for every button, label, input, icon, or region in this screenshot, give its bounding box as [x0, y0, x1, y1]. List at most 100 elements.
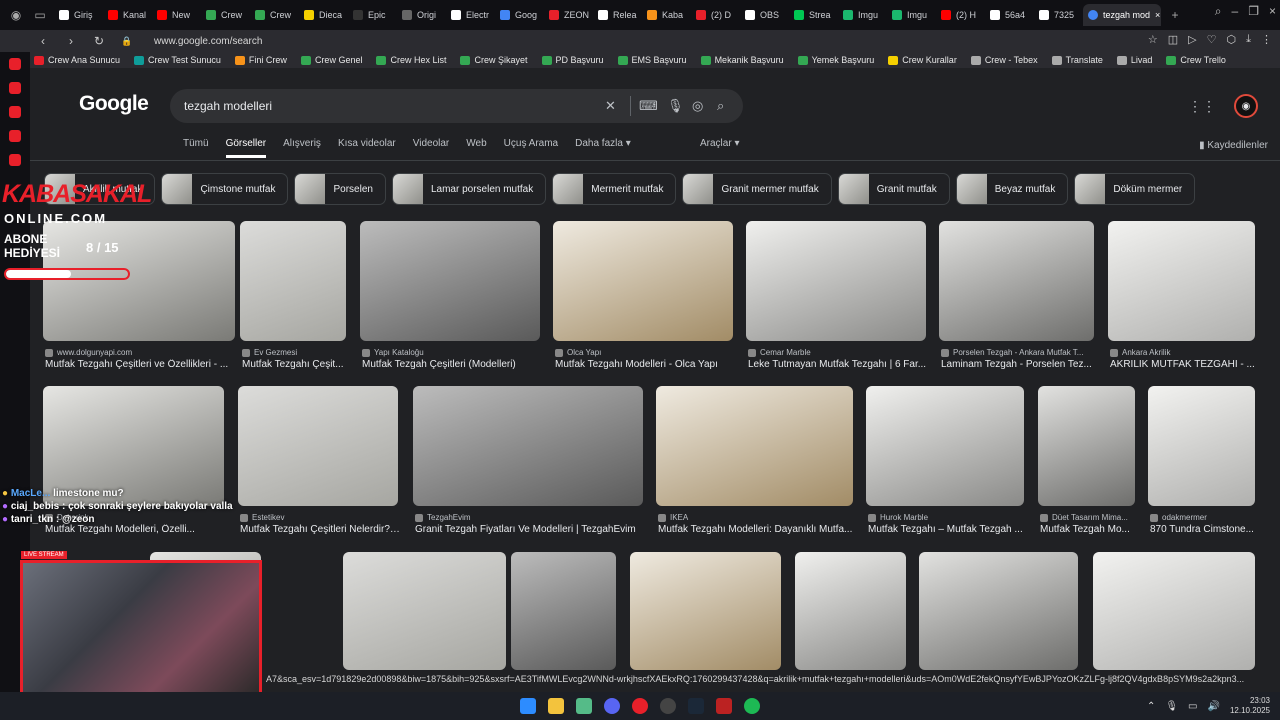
tab-6[interactable]: Epic: [348, 4, 397, 26]
volume-icon[interactable]: 🔊: [1208, 701, 1220, 712]
keyboard-icon[interactable]: ⌨: [639, 98, 658, 114]
clear-icon[interactable]: ✕: [605, 98, 616, 114]
image-result[interactable]: Olca Yapı Mutfak Tezgahı Modelleri - Olca…: [553, 221, 733, 385]
search-tab-2[interactable]: Alışveriş: [283, 138, 321, 158]
url-field[interactable]: www.google.com/search: [154, 36, 262, 47]
bookmark-12[interactable]: Translate: [1051, 55, 1103, 65]
app-icon[interactable]: [576, 698, 592, 714]
tab-11[interactable]: Relea: [593, 4, 642, 26]
result-thumbnail[interactable]: [238, 386, 398, 506]
filter-chip-6[interactable]: Granit mutfak: [837, 173, 950, 205]
result-title[interactable]: Mutfak Tezgahı Çeşit...: [242, 359, 348, 370]
image-result[interactable]: [1093, 552, 1255, 692]
result-title[interactable]: 870 Tundra Cimstone...: [1150, 524, 1257, 535]
sidebar-icon-2[interactable]: [9, 82, 21, 94]
reload-icon[interactable]: ↻: [92, 34, 106, 48]
result-thumbnail[interactable]: [343, 552, 506, 670]
result-title[interactable]: Mutfak Tezgahı Çeşitleri ve Özellikleri …: [45, 359, 237, 370]
image-result[interactable]: Estetikev Mutfak Tezgahı Çeşitleri Nelerd…: [238, 386, 400, 550]
tools-menu[interactable]: Araçlar ▾: [700, 138, 739, 149]
filter-chip-2[interactable]: Porselen: [294, 173, 386, 205]
result-thumbnail[interactable]: [1108, 221, 1255, 341]
spotify-icon[interactable]: [744, 698, 760, 714]
account-avatar[interactable]: ◉: [1234, 94, 1258, 118]
steam-icon[interactable]: [688, 698, 704, 714]
tab-8[interactable]: Electr: [446, 4, 495, 26]
result-thumbnail[interactable]: [360, 221, 540, 341]
result-thumbnail[interactable]: [43, 221, 235, 341]
browser-menu-icon[interactable]: ◉: [6, 5, 26, 25]
game-icon[interactable]: [716, 698, 732, 714]
result-thumbnail[interactable]: [1038, 386, 1135, 506]
bookmark-7[interactable]: EMS Başvuru: [617, 55, 687, 65]
result-thumbnail[interactable]: [240, 221, 346, 341]
filter-chip-8[interactable]: Döküm mermer: [1074, 173, 1196, 205]
image-result[interactable]: Düet Tasarım Mima... Mutfak Tezgah Mo...: [1038, 386, 1135, 550]
discord-icon[interactable]: [604, 698, 620, 714]
tab-2[interactable]: New: [152, 4, 201, 26]
image-result[interactable]: Yapı Kataloğu Mutfak Tezgah Çeşitleri (Mo…: [360, 221, 540, 385]
result-thumbnail[interactable]: [866, 386, 1024, 506]
download-icon[interactable]: ⤓: [1246, 33, 1251, 46]
bookmark-icon[interactable]: ☆: [1148, 33, 1158, 46]
sidebar-icon-1[interactable]: [9, 58, 21, 70]
result-source[interactable]: TezgahEvim: [415, 513, 645, 522]
tab-5[interactable]: Dieca: [299, 4, 348, 26]
sidebar-icon-5[interactable]: [9, 154, 21, 166]
apps-grid-icon[interactable]: ⋮⋮: [1188, 98, 1216, 115]
result-thumbnail[interactable]: [1148, 386, 1255, 506]
result-title[interactable]: Leke Tutmayan Mutfak Tezgahı | 6 Far...: [748, 359, 928, 370]
image-result[interactable]: www.dolgunyapi.com Mutfak Tezgahı Çeşitle…: [43, 221, 235, 385]
search-tab-5[interactable]: Web: [466, 138, 486, 158]
result-thumbnail[interactable]: [795, 552, 906, 670]
result-source[interactable]: Ev Gezmesi: [242, 348, 348, 357]
result-title[interactable]: Mutfak Tezgahı Çeşitleri Nelerdir? ...: [240, 524, 400, 535]
obs-icon[interactable]: [660, 698, 676, 714]
search-icon[interactable]: ⌕: [717, 98, 724, 114]
saved-link[interactable]: ▮ Kaydedilenler: [1199, 140, 1268, 151]
filter-chip-3[interactable]: Lamar porselen mutfak: [391, 173, 547, 205]
search-tab-4[interactable]: Videolar: [413, 138, 450, 158]
lens-icon[interactable]: ◎: [692, 98, 703, 114]
result-thumbnail[interactable]: [746, 221, 926, 341]
image-result[interactable]: Ev Gezmesi Mutfak Tezgahı Çeşit...: [240, 221, 346, 385]
tab-active[interactable]: tezgah mod ×: [1083, 4, 1161, 26]
sidebar-icon-4[interactable]: [9, 130, 21, 142]
bookmark-13[interactable]: Livad: [1116, 55, 1152, 65]
display-tray-icon[interactable]: ▭: [1188, 701, 1197, 712]
bookmark-9[interactable]: Yemek Başvuru: [797, 55, 874, 65]
search-tabs-icon[interactable]: ⌕: [1215, 4, 1222, 19]
result-title[interactable]: Mutfak Tezgahı Modelleri, Özelli...: [45, 524, 226, 535]
image-result[interactable]: [795, 552, 906, 692]
result-title[interactable]: Mutfak Tezgahı Modelleri: Dayanıklı Mutf…: [658, 524, 855, 535]
search-tab-6[interactable]: Uçuş Arama: [504, 138, 558, 158]
result-source[interactable]: IKEA: [658, 513, 855, 522]
bookmark-6[interactable]: PD Başvuru: [541, 55, 604, 65]
result-title[interactable]: AKRİLİK MUTFAK TEZGAHI - ...: [1110, 359, 1257, 370]
image-result[interactable]: Cemar Marble Leke Tutmayan Mutfak Tezgahı…: [746, 221, 926, 385]
camera-icon[interactable]: ◫: [1168, 33, 1178, 46]
clock[interactable]: 23:03 12.10.2025: [1230, 696, 1270, 716]
new-tab-icon[interactable]: +: [1165, 5, 1185, 25]
tab-20[interactable]: 7325: [1034, 4, 1083, 26]
mic-tray-icon[interactable]: 🎙: [1165, 701, 1178, 712]
result-title[interactable]: Mutfak Tezgahı Modelleri - Olca Yapı: [555, 359, 735, 370]
tab-0[interactable]: Giriş: [54, 4, 103, 26]
image-result[interactable]: Hurok Marble Mutfak Tezgahı – Mutfak Tezg…: [866, 386, 1024, 550]
result-source[interactable]: Ankara Akrilik: [1110, 348, 1257, 357]
close-tab-icon[interactable]: ×: [1155, 10, 1160, 20]
bookmark-2[interactable]: Fini Crew: [234, 55, 287, 65]
search-tab-0[interactable]: Tümü: [183, 138, 209, 158]
image-result[interactable]: [919, 552, 1078, 692]
google-logo[interactable]: Google: [79, 92, 149, 116]
tab-14[interactable]: OBS: [740, 4, 789, 26]
result-source[interactable]: www.dolgunyapi.com: [45, 348, 237, 357]
maximize-icon[interactable]: ❐: [1248, 4, 1259, 19]
tab-18[interactable]: (2) H: [936, 4, 985, 26]
tab-12[interactable]: Kaba: [642, 4, 691, 26]
extensions-icon[interactable]: ⬡: [1227, 33, 1237, 46]
filter-chip-4[interactable]: Mermerit mutfak: [552, 173, 677, 205]
tab-1[interactable]: Kanal: [103, 4, 152, 26]
result-thumbnail[interactable]: [511, 552, 616, 670]
image-result[interactable]: TezgahEvim Granit Tezgah Fiyatları Ve Mod…: [413, 386, 643, 550]
